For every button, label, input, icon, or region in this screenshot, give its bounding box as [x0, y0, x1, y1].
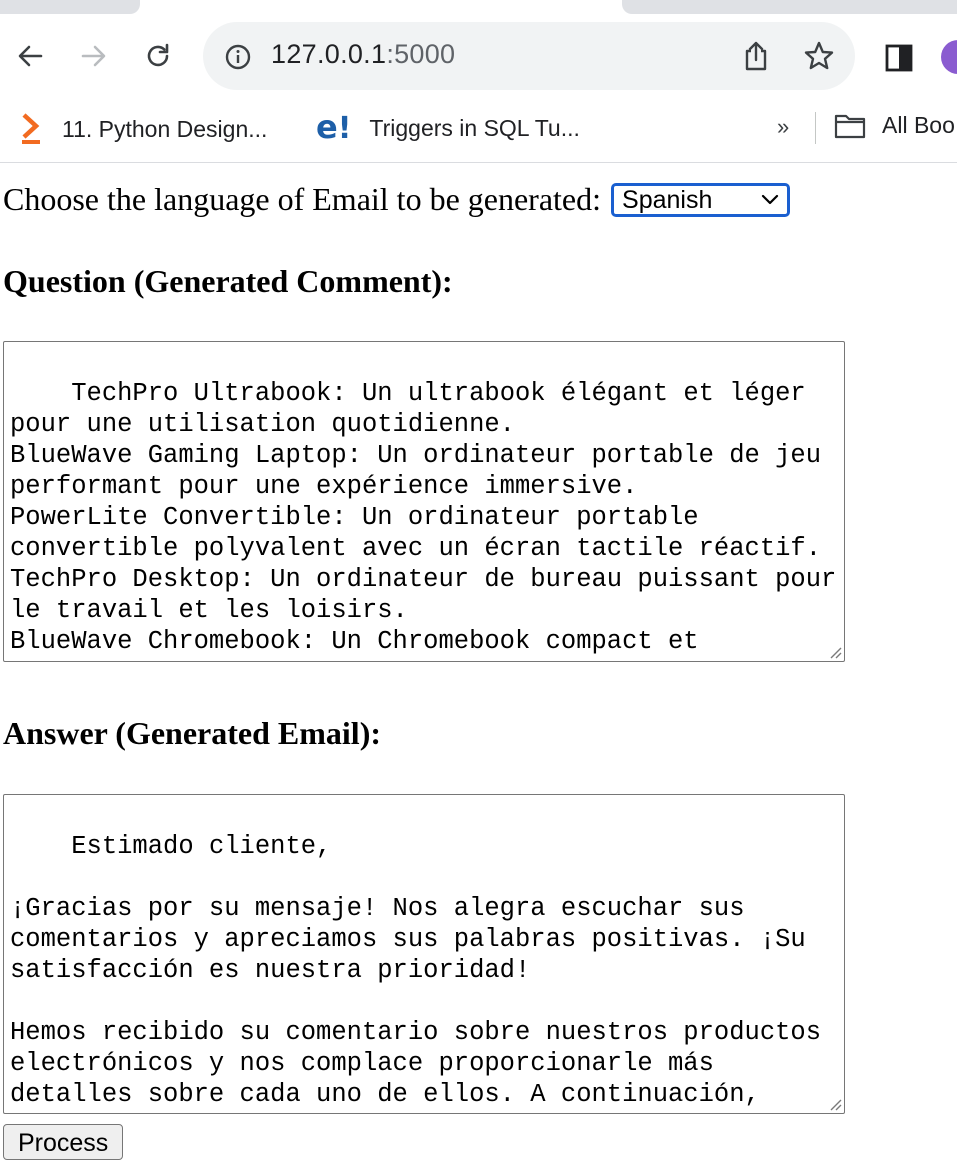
resize-handle-icon[interactable]	[826, 1095, 842, 1111]
site-info-icon[interactable]	[225, 44, 251, 70]
bookmark-label: 11. Python Design...	[62, 115, 268, 142]
url-text[interactable]: 127.0.0.1:5000	[271, 39, 455, 70]
bookmarks-overflow-button[interactable]: »	[777, 114, 789, 140]
browser-toolbar: 127.0.0.1:5000	[0, 14, 957, 100]
language-select[interactable]: Spanish	[611, 182, 791, 217]
question-text: TechPro Ultrabook: Un ultrabook élégant …	[10, 379, 837, 656]
all-bookmarks-label: All Boo	[882, 112, 955, 138]
bookmark-label: Triggers in SQL Tu...	[369, 114, 580, 141]
language-prompt: Choose the language of Email to be gener…	[3, 181, 602, 217]
bookmark-triggers-sql[interactable]: e! Triggers in SQL Tu...	[316, 108, 580, 146]
address-bar[interactable]: 127.0.0.1:5000	[203, 22, 855, 90]
chevron-down-icon	[761, 194, 779, 204]
bookmarks-bar: 11. Python Design... e! Triggers in SQL …	[0, 100, 957, 163]
answer-text: Estimado cliente, ¡Gracias por su mensaj…	[10, 832, 822, 1113]
reload-icon	[147, 43, 169, 67]
bookmarks-divider	[815, 112, 816, 144]
all-bookmarks-button[interactable]: All Boo	[834, 112, 955, 139]
browser-tab[interactable]	[0, 0, 140, 14]
tab-strip	[0, 0, 957, 14]
url-host: 127.0.0.1	[271, 39, 387, 69]
bookmark-star-icon[interactable]	[803, 40, 835, 72]
page-content: Choose the language of Email to be gener…	[0, 163, 957, 1160]
question-textarea[interactable]: TechPro Ultrabook: Un ultrabook élégant …	[3, 341, 845, 662]
process-button[interactable]: Process	[3, 1124, 124, 1160]
folder-icon	[834, 114, 866, 138]
bookmark-python-design[interactable]: 11. Python Design...	[20, 112, 267, 146]
answer-textarea[interactable]: Estimado cliente, ¡Gracias por su mensaj…	[3, 794, 845, 1114]
side-panel-icon[interactable]	[884, 43, 914, 73]
language-row: Choose the language of Email to be gener…	[3, 181, 791, 218]
forward-arrow-icon	[81, 45, 106, 67]
url-port: :5000	[386, 39, 456, 69]
question-heading: Question (Generated Comment):	[3, 263, 453, 299]
orange-chevron-icon	[20, 112, 42, 146]
language-selected-value: Spanish	[622, 185, 713, 214]
profile-avatar[interactable]	[941, 40, 957, 74]
resize-handle-icon[interactable]	[826, 643, 842, 659]
share-icon[interactable]	[741, 40, 771, 72]
reload-button[interactable]	[140, 38, 176, 74]
back-arrow-icon	[18, 45, 43, 67]
forward-button[interactable]	[76, 38, 112, 74]
back-button[interactable]	[12, 38, 48, 74]
e-logo-icon: e!	[316, 108, 352, 146]
answer-heading: Answer (Generated Email):	[3, 715, 381, 751]
browser-tab[interactable]	[622, 0, 957, 14]
